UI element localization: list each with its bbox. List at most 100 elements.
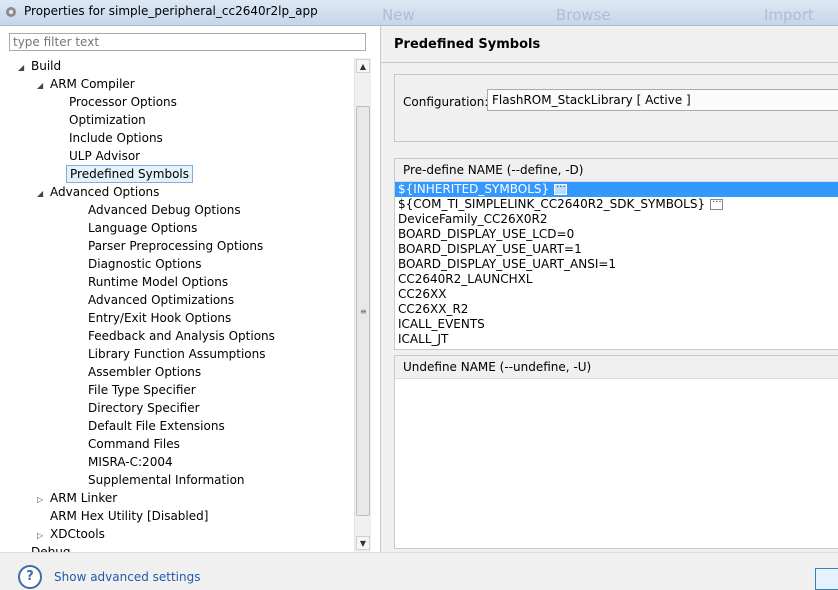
title-bar: Properties for simple_peripheral_cc2640r… [0, 0, 838, 26]
page-title: Predefined Symbols [394, 37, 541, 52]
configuration-select[interactable]: FlashROM_StackLibrary [ Active ] [487, 89, 838, 111]
symbol-row[interactable]: ICALL_EVENTS [395, 317, 838, 332]
scroll-down-button[interactable]: ▼ [356, 536, 370, 550]
content-pane: Predefined Symbols Configuration: FlashR… [381, 26, 838, 552]
tree-item[interactable]: MISRA-C:2004 [75, 453, 176, 471]
tree-item-label: Command Files [88, 437, 180, 451]
collapse-arrow-icon[interactable]: ◢ [37, 185, 47, 203]
tree-item[interactable]: Language Options [75, 219, 200, 237]
tree-item-label: Debug [31, 545, 71, 552]
tree-item[interactable]: Entry/Exit Hook Options [75, 309, 234, 327]
tree-item-label: Library Function Assumptions [88, 347, 266, 361]
tree-item-label: Predefined Symbols [66, 165, 194, 183]
tree-item[interactable]: ARM Hex Utility [Disabled] [37, 507, 211, 525]
symbol-text: CC26XX [398, 287, 447, 301]
window-title: Properties for simple_peripheral_cc2640r… [24, 4, 318, 18]
tree-item[interactable]: Library Function Assumptions [75, 345, 269, 363]
configuration-group: Configuration: FlashROM_StackLibrary [ A… [394, 74, 838, 142]
tree-item-label: Advanced Options [50, 185, 160, 199]
tree-item-label: Language Options [88, 221, 198, 235]
scroll-up-button[interactable]: ▲ [356, 59, 370, 73]
tree-item-label: Diagnostic Options [88, 257, 202, 271]
tree-item-label: ARM Linker [50, 491, 118, 505]
symbol-row[interactable]: BOARD_DISPLAY_USE_UART_ANSI=1 [395, 257, 838, 272]
tree-scrollbar[interactable]: ▲ ≡ ▼ [354, 58, 371, 552]
grip-icon: ≡ [360, 307, 367, 316]
tree-item[interactable]: Directory Specifier [75, 399, 203, 417]
symbol-row[interactable]: CC2640R2_LAUNCHXL [395, 272, 838, 287]
tree-item[interactable]: Advanced Debug Options [75, 201, 244, 219]
tree-item[interactable]: Include Options [56, 129, 166, 147]
tree-item[interactable]: Diagnostic Options [75, 255, 205, 273]
collapse-arrow-icon[interactable]: ◢ [37, 77, 47, 95]
symbol-row[interactable]: BOARD_DISPLAY_USE_LCD=0 [395, 227, 838, 242]
tree-item-label: Processor Options [69, 95, 177, 109]
predefine-panel: Pre-define NAME (--define, -D) ${INHERIT… [394, 158, 838, 350]
symbol-text: ICALL_JT [398, 332, 449, 346]
tree-item[interactable]: ◢ ARM Compiler [37, 75, 138, 93]
tree-item[interactable]: Optimization [56, 111, 149, 129]
symbol-row[interactable]: DeviceFamily_CC26X0R2 [395, 212, 838, 227]
tree-item-label: MISRA-C:2004 [88, 455, 173, 469]
tree-item[interactable]: Supplemental Information [75, 471, 248, 489]
tree-item[interactable]: Predefined Symbols [56, 165, 194, 183]
background-toolbar-hint: Browse [556, 6, 611, 24]
undefine-panel: Undefine NAME (--undefine, -U) [394, 355, 838, 549]
tree-item[interactable]: Default File Extensions [75, 417, 228, 435]
symbol-row[interactable]: ${INHERITED_SYMBOLS} [395, 177, 838, 197]
tree-item[interactable]: ▷ ARM Linker [37, 489, 120, 507]
tree-item[interactable]: Feedback and Analysis Options [75, 327, 278, 345]
tree-item[interactable]: Debug [18, 543, 73, 552]
configuration-label: Configuration: [403, 95, 489, 109]
tree-item[interactable]: Processor Options [56, 93, 180, 111]
symbol-text: CC2640R2_LAUNCHXL [398, 272, 533, 286]
predefine-list: ${INHERITED_SYMBOLS}${COM_TI_SIMPLELINK_… [395, 177, 838, 347]
settings-tree: ◢ Build ◢ ARM Compiler Processor Options Opti… [0, 56, 354, 552]
show-advanced-settings-link[interactable]: Show advanced settings [54, 570, 201, 584]
symbol-text: BOARD_DISPLAY_USE_UART_ANSI=1 [398, 257, 617, 271]
tree-item[interactable]: Runtime Model Options [75, 273, 231, 291]
symbol-text: BOARD_DISPLAY_USE_LCD=0 [398, 227, 575, 241]
tree-item[interactable]: Parser Preprocessing Options [75, 237, 266, 255]
tree-item[interactable]: Command Files [75, 435, 183, 453]
tree-item-label: Build [31, 59, 62, 73]
more-icon[interactable] [554, 177, 568, 195]
tree-item-label: Advanced Debug Options [88, 203, 241, 217]
tree-item[interactable]: Assembler Options [75, 363, 204, 381]
predefine-header: Pre-define NAME (--define, -D) [395, 159, 838, 182]
tree-item[interactable]: Advanced Optimizations [75, 291, 237, 309]
tree-item[interactable]: ◢ Build [18, 57, 64, 75]
symbol-text: BOARD_DISPLAY_USE_UART=1 [398, 242, 582, 256]
help-icon[interactable]: ? [18, 565, 42, 589]
symbol-row[interactable]: ICALL_JT [395, 332, 838, 347]
gear-icon [6, 7, 16, 17]
tree-item-label: Optimization [69, 113, 146, 127]
tree-item-label: Runtime Model Options [88, 275, 229, 289]
tree-item-label: Default File Extensions [88, 419, 225, 433]
filter-input[interactable] [9, 33, 366, 51]
symbol-row[interactable]: CC26XX_R2 [395, 302, 838, 317]
undefine-header: Undefine NAME (--undefine, -U) [395, 356, 838, 379]
tree-item-label: Feedback and Analysis Options [88, 329, 275, 343]
tree-item-label: Parser Preprocessing Options [88, 239, 264, 253]
symbol-row[interactable]: CC26XX [395, 287, 838, 302]
tree-item-label: File Type Specifier [88, 383, 196, 397]
tree-item[interactable]: ◢ Advanced Options [37, 183, 162, 201]
tree-item[interactable]: File Type Specifier [75, 381, 199, 399]
tree-item-label: Entry/Exit Hook Options [88, 311, 232, 325]
tree-item-label: Directory Specifier [88, 401, 200, 415]
symbol-row[interactable]: ${COM_TI_SIMPLELINK_CC2640R2_SDK_SYMBOLS… [395, 192, 838, 212]
symbol-row[interactable]: BOARD_DISPLAY_USE_UART=1 [395, 242, 838, 257]
tree-item-label: XDCtools [50, 527, 105, 541]
tree-item-label: ULP Advisor [69, 149, 141, 163]
tree-item[interactable]: ▷ XDCtools [37, 525, 108, 543]
background-toolbar-hint: New [382, 6, 415, 24]
symbol-text: ${COM_TI_SIMPLELINK_CC2640R2_SDK_SYMBOLS… [398, 197, 706, 211]
collapse-arrow-icon[interactable]: ◢ [18, 59, 28, 77]
tree-item[interactable]: ULP Advisor [56, 147, 143, 165]
scroll-thumb[interactable]: ≡ [356, 106, 370, 516]
symbol-text: DeviceFamily_CC26X0R2 [398, 212, 548, 226]
tree-item-label: Include Options [69, 131, 163, 145]
more-icon[interactable] [710, 192, 724, 210]
ok-button[interactable] [815, 568, 838, 590]
